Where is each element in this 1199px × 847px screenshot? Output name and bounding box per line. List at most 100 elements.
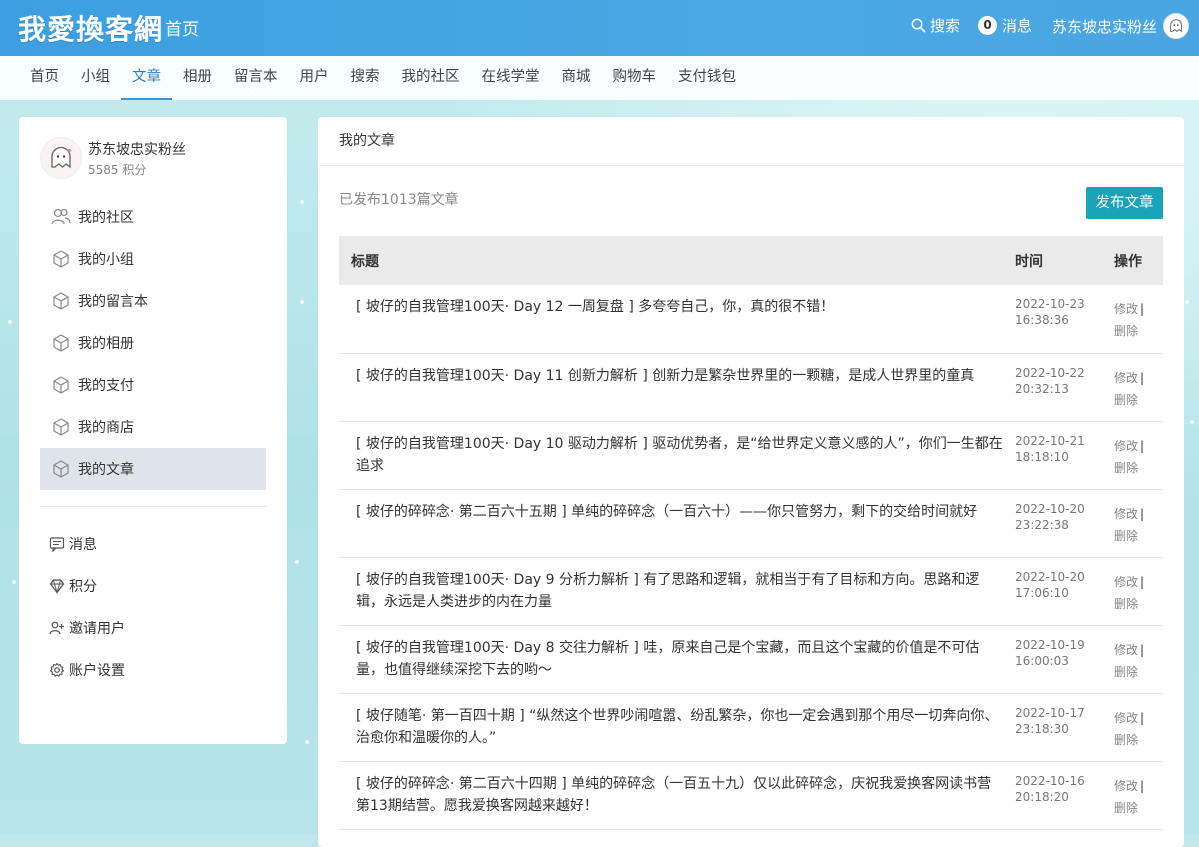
main-nav: 首页 小组 文章 相册 留言本 用户 搜索 我的社区 在线学堂 商城 购物车 支付钱包 [0,56,1199,100]
article-clock-time: 23:22:38 [1015,517,1069,532]
sidebar-item-6[interactable]: 我的文章 [40,448,266,490]
sidebar-item-0[interactable]: 我的社区 [40,196,266,238]
edit-article-link[interactable]: 修改 [1114,711,1138,725]
article-ops: 修改 | 删除 [1113,285,1163,354]
delete-article-link[interactable]: 删除 [1114,597,1138,611]
article-date: 2022-10-16 [1015,773,1085,788]
cube-icon [50,332,78,354]
ops-separator: | [1140,438,1145,453]
nav-item-2[interactable]: 文章 [121,56,172,100]
header-search-button[interactable]: 搜索 [911,15,960,36]
article-title-link[interactable]: [ 坡仔的自我管理100天· Day 11 创新力解析 ] 创新力是繁杂世界里的… [339,353,1014,422]
nav-item-0[interactable]: 首页 [19,56,70,100]
messages-count-badge: 0 [978,16,997,35]
nav-item-5[interactable]: 用户 [289,56,340,100]
delete-article-link[interactable]: 删除 [1114,665,1138,679]
article-ops: 修改 | 删除 [1113,353,1163,422]
edit-article-link[interactable]: 修改 [1114,439,1138,453]
edit-article-link[interactable]: 修改 [1114,302,1138,316]
article-title-link[interactable]: [ 坡仔的碎碎念· 第二百六十五期 ] 单纯的碎碎念（一百六十）——你只管努力，… [339,489,1014,558]
table-row: [ 坡仔的自我管理100天· Day 10 驱动力解析 ] 驱动优势者，是“给世… [339,421,1163,490]
article-date: 2022-10-20 [1015,501,1085,516]
sidebar-item-label: 我的商店 [78,420,134,436]
article-clock-time: 23:18:30 [1015,721,1069,736]
sidebar-item-label: 我的社区 [78,210,134,226]
sidebar-divider [40,506,266,507]
delete-article-link[interactable]: 删除 [1114,461,1138,475]
ops-separator: | [1140,642,1145,657]
article-title-link[interactable]: [ 坡仔的自我管理100天· Day 12 一周复盘 ] 多夸夸自己，你，真的很… [339,285,1014,354]
article-time: 2022-10-17 23:18:30 [1014,693,1113,762]
article-clock-time: 20:32:13 [1015,381,1069,396]
sidebar-settings-item-0[interactable]: 消息 [40,523,266,565]
cube-icon [50,416,78,438]
nav-item-10[interactable]: 购物车 [602,56,668,100]
delete-article-link[interactable]: 删除 [1114,529,1138,543]
ghost-avatar-icon [1170,19,1182,33]
sidebar-profile[interactable]: 苏东坡忠实粉丝 5585 积分 [40,137,186,179]
article-ops: 修改 | 删除 [1113,625,1163,694]
article-title-link[interactable]: [ 坡仔的自我管理100天· Day 10 驱动力解析 ] 驱动优势者，是“给世… [339,421,1014,490]
sidebar-item-1[interactable]: 我的小组 [40,238,266,280]
edit-article-link[interactable]: 修改 [1114,779,1138,793]
sparkle-decoration [1185,300,1189,304]
sidebar-item-2[interactable]: 我的留言本 [40,280,266,322]
table-header-row: 标题 时间 操作 [339,236,1163,285]
article-date: 2022-10-19 [1015,637,1085,652]
header-user-menu[interactable]: 苏东坡忠实粉丝 [1052,13,1190,39]
header-messages-button[interactable]: 0 消息 [978,15,1032,36]
nav-item-3[interactable]: 相册 [172,56,223,100]
delete-article-link[interactable]: 删除 [1114,393,1138,407]
edit-article-link[interactable]: 修改 [1114,643,1138,657]
sidebar-item-label: 账户设置 [69,663,125,679]
sidebar-item-label: 积分 [69,579,97,595]
sidebar-item-4[interactable]: 我的支付 [40,364,266,406]
article-time: 2022-10-23 16:38:36 [1014,285,1113,354]
cube-icon [50,248,78,270]
delete-article-link[interactable]: 删除 [1114,324,1138,338]
nav-item-4[interactable]: 留言本 [223,56,289,100]
article-title-link[interactable]: [ 坡仔随笔· 第一百四十期 ] “纵然这个世界吵闹喧嚣、纷乱繁杂，你也一定会遇… [339,693,1014,762]
sidebar-item-label: 邀请用户 [69,621,125,637]
table-row: [ 坡仔的自我管理100天· Day 9 分析力解析 ] 有了思路和逻辑，就相当… [339,557,1163,626]
sidebar-item-3[interactable]: 我的相册 [40,322,266,364]
nav-item-9[interactable]: 商城 [551,56,602,100]
nav-item-8[interactable]: 在线学堂 [471,56,551,100]
nav-item-6[interactable]: 搜索 [340,56,391,100]
article-clock-time: 16:38:36 [1015,313,1069,327]
sparkle-decoration [305,740,309,744]
nav-item-7[interactable]: 我的社区 [391,56,471,100]
sidebar-settings-item-3[interactable]: 账户设置 [40,649,266,691]
column-header-title: 标题 [339,236,1014,285]
edit-article-link[interactable]: 修改 [1114,371,1138,385]
article-title-link[interactable]: [ 坡仔的自我管理100天· Day 9 分析力解析 ] 有了思路和逻辑，就相当… [339,557,1014,626]
sidebar-item-5[interactable]: 我的商店 [40,406,266,448]
delete-article-link[interactable]: 删除 [1114,733,1138,747]
article-title-link[interactable]: [ 坡仔的自我管理100天· Day 8 交往力解析 ] 哇，原来自己是个宝藏，… [339,625,1014,694]
header-home-link[interactable]: 首页 [165,15,199,40]
delete-article-link[interactable]: 删除 [1114,801,1138,815]
publish-article-button[interactable]: 发布文章 [1086,187,1163,219]
articles-panel: 我的文章 已发布1013篇文章 发布文章 标题 时间 操作 [ 坡仔的自我管理1… [318,117,1184,847]
nav-item-11[interactable]: 支付钱包 [667,56,747,100]
sidebar-settings-item-2[interactable]: 邀请用户 [40,607,266,649]
message-icon [49,536,69,552]
sidebar-item-label: 消息 [69,537,97,553]
site-logo[interactable]: 我愛換客網 [18,8,163,48]
sidebar-item-label: 我的相册 [78,336,134,352]
header-username: 苏东坡忠实粉丝 [1052,17,1158,36]
edit-article-link[interactable]: 修改 [1114,575,1138,589]
article-time: 2022-10-21 18:18:10 [1014,421,1113,490]
table-row: [ 坡仔随笔· 第一百四十期 ] “纵然这个世界吵闹喧嚣、纷乱繁杂，你也一定会遇… [339,693,1163,762]
sidebar-settings-item-1[interactable]: 积分 [40,565,266,607]
article-ops: 修改 | 删除 [1113,761,1163,830]
diamond-icon [49,578,69,594]
sidebar-points: 5585 积分 [88,162,147,177]
article-date: 2022-10-17 [1015,705,1085,720]
published-count: 已发布1013篇文章 [339,192,459,208]
nav-item-1[interactable]: 小组 [70,56,121,100]
sidebar-item-label: 我的留言本 [78,294,148,310]
article-ops: 修改 | 删除 [1113,489,1163,558]
edit-article-link[interactable]: 修改 [1114,507,1138,521]
article-title-link[interactable]: [ 坡仔的碎碎念· 第二百六十四期 ] 单纯的碎碎念（一百五十九）仅以此碎碎念，… [339,761,1014,830]
